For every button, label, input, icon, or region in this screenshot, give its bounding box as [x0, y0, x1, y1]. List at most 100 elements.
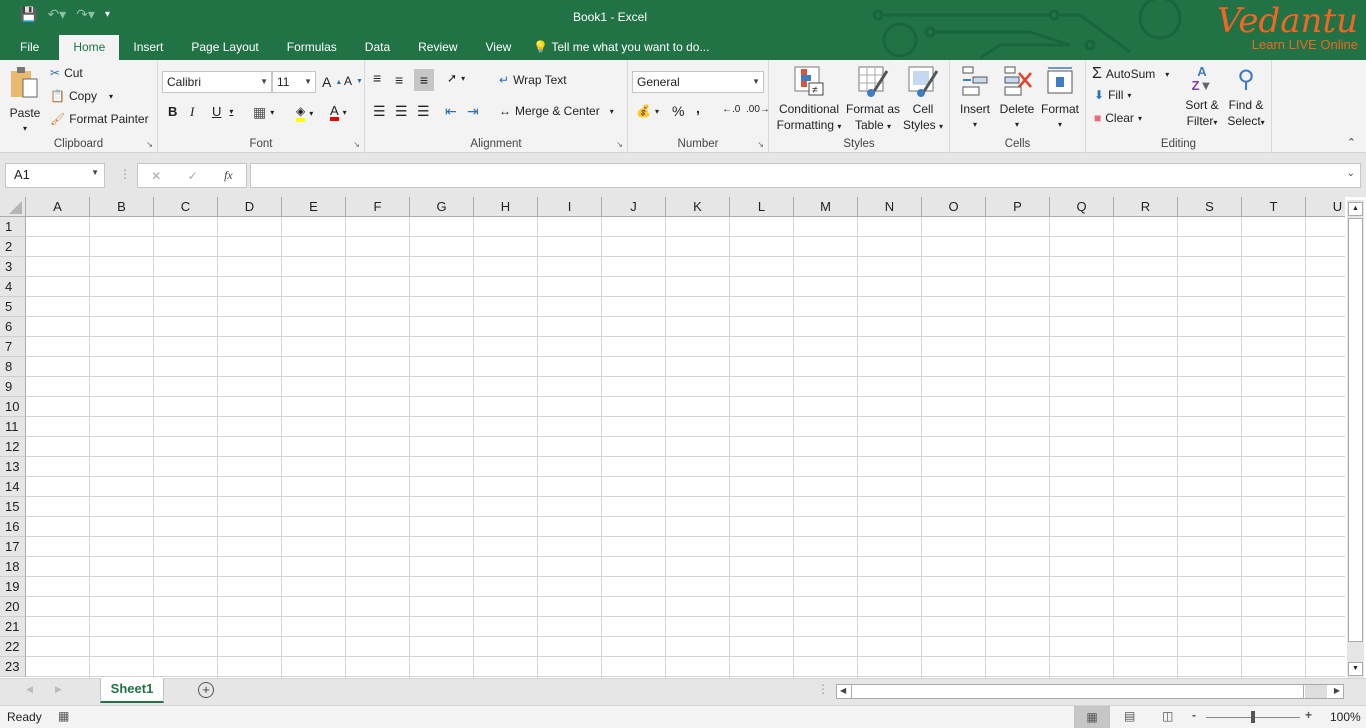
column-header[interactable]: T — [1242, 197, 1306, 217]
column-header[interactable]: M — [794, 197, 858, 217]
row-header[interactable]: 7 — [0, 337, 26, 357]
formula-input[interactable]: ⌄ — [250, 163, 1361, 188]
cut-button[interactable]: ✂ Cut — [50, 66, 83, 80]
increase-indent-button[interactable]: ⇥ — [467, 103, 479, 120]
column-header[interactable]: B — [90, 197, 154, 217]
column-header[interactable]: H — [474, 197, 538, 217]
row-header[interactable]: 3 — [0, 257, 26, 277]
scroll-down-icon[interactable]: ▼ — [1348, 662, 1363, 676]
column-header[interactable]: G — [410, 197, 474, 217]
paste-button[interactable]: Paste ▾ — [6, 65, 44, 137]
select-all-button[interactable] — [0, 197, 26, 217]
page-break-view-icon[interactable]: ◫ — [1162, 709, 1173, 723]
percent-button[interactable]: % — [672, 103, 684, 119]
chevron-down-icon[interactable]: ▼ — [91, 168, 99, 177]
horizontal-scrollbar[interactable]: ◀ ▶ — [836, 684, 1344, 699]
tab-home[interactable]: Home — [59, 35, 120, 60]
row-header[interactable]: 14 — [0, 477, 26, 497]
zoom-level[interactable]: 100% — [1330, 710, 1361, 724]
row-header[interactable]: 13 — [0, 457, 26, 477]
row-header[interactable]: 11 — [0, 417, 26, 437]
column-header[interactable]: C — [154, 197, 218, 217]
bold-button[interactable]: B — [168, 104, 177, 119]
row-header[interactable]: 23 — [0, 657, 26, 677]
center-button[interactable]: ☰ — [395, 103, 408, 120]
column-header[interactable]: L — [730, 197, 794, 217]
bottom-align-button[interactable]: ≡ — [414, 69, 434, 91]
row-header[interactable]: 1 — [0, 217, 26, 237]
accounting-format-button[interactable]: 💰 ▾ — [636, 104, 659, 118]
tell-me-box[interactable]: 💡 Tell me what you want to do... — [525, 35, 709, 60]
zoom-slider-thumb[interactable] — [1251, 711, 1255, 723]
row-header[interactable]: 22 — [0, 637, 26, 657]
expand-formula-icon[interactable]: ⌄ — [1347, 168, 1355, 179]
tab-data[interactable]: Data — [351, 35, 404, 60]
column-header[interactable]: P — [986, 197, 1050, 217]
row-header[interactable]: 18 — [0, 557, 26, 577]
name-box[interactable]: A1 ▼ — [5, 163, 105, 188]
column-header[interactable]: S — [1178, 197, 1242, 217]
row-header[interactable]: 17 — [0, 537, 26, 557]
underline-button[interactable]: U ▾ — [212, 104, 233, 119]
insert-function-icon[interactable]: fx — [224, 168, 233, 183]
decrease-indent-button[interactable]: ⇤ — [445, 103, 457, 120]
vertical-scrollbar[interactable]: ▲ ▼ — [1347, 200, 1364, 678]
middle-align-button[interactable]: ≡ — [395, 72, 403, 88]
merge-center-button[interactable]: ↔ Merge & Center ▾ — [499, 104, 614, 118]
wrap-text-button[interactable]: ↵ Wrap Text — [499, 73, 567, 87]
font-color-button[interactable]: A ▾ — [330, 104, 347, 121]
format-as-table-button[interactable]: Format as Table ▾ — [845, 65, 901, 135]
conditional-formatting-button[interactable]: ≠ Conditional Formatting ▾ — [773, 65, 845, 135]
next-sheet-icon[interactable]: ▶ — [55, 684, 62, 695]
copy-button[interactable]: 📋 Copy ▾ — [50, 89, 113, 103]
spreadsheet-grid[interactable]: A B C D E F G H I J K L M N O P Q R S T U 1 2 3 4 5 6 7 8 9 10 11 12 13 14… — [0, 197, 1345, 678]
shrink-font-button[interactable]: A ▼ — [344, 74, 363, 88]
zoom-out-icon[interactable]: - — [1192, 708, 1196, 722]
sort-filter-button[interactable]: A Z▼ Sort & Filter▾ — [1182, 65, 1222, 131]
grip-icon[interactable]: ⋮ — [817, 682, 829, 696]
column-header[interactable]: F — [346, 197, 410, 217]
row-header[interactable]: 5 — [0, 297, 26, 317]
tab-formulas[interactable]: Formulas — [273, 35, 351, 60]
add-sheet-icon[interactable]: + — [198, 682, 214, 698]
column-header[interactable]: J — [602, 197, 666, 217]
scroll-left-icon[interactable]: ◀ — [840, 686, 846, 695]
format-painter-button[interactable]: 🖌 Format Painter — [50, 112, 149, 126]
tab-page-layout[interactable]: Page Layout — [177, 35, 272, 60]
column-header[interactable]: U — [1306, 197, 1345, 217]
column-header[interactable]: O — [922, 197, 986, 217]
row-header[interactable]: 15 — [0, 497, 26, 517]
scroll-up-icon[interactable]: ▲ — [1348, 202, 1363, 216]
delete-cells-button[interactable]: Delete ▾ — [996, 65, 1038, 133]
find-select-button[interactable]: ⚲ Find & Select▾ — [1224, 65, 1268, 131]
tab-insert[interactable]: Insert — [119, 35, 177, 60]
fill-button[interactable]: ⬇ Fill ▾ — [1094, 88, 1131, 102]
enter-icon[interactable]: ✓ — [188, 169, 198, 183]
orientation-button[interactable]: ➚ ▾ — [447, 71, 465, 85]
italic-button[interactable]: I — [190, 104, 194, 120]
vertical-scroll-thumb[interactable] — [1348, 218, 1363, 642]
align-right-button[interactable]: ☰ — [417, 103, 430, 120]
previous-sheet-icon[interactable]: ◀ — [26, 684, 33, 695]
macro-recording-icon[interactable]: ▦ — [58, 709, 69, 723]
autosum-button[interactable]: Σ AutoSum ▾ — [1092, 65, 1169, 83]
row-header[interactable]: 4 — [0, 277, 26, 297]
row-header[interactable]: 21 — [0, 617, 26, 637]
fill-color-button[interactable]: ◈ ▾ — [296, 104, 313, 122]
dialog-launcher-icon[interactable]: ↘ — [146, 140, 153, 149]
cell-area[interactable] — [26, 217, 1345, 678]
dialog-launcher-icon[interactable]: ↘ — [616, 140, 623, 149]
comma-button[interactable]: , — [696, 100, 700, 116]
tab-file[interactable]: File — [0, 35, 59, 60]
column-header[interactable]: Q — [1050, 197, 1114, 217]
page-layout-view-icon[interactable]: ▤ — [1124, 709, 1135, 723]
column-header[interactable]: E — [282, 197, 346, 217]
zoom-in-icon[interactable]: + — [1305, 708, 1312, 722]
column-header[interactable]: A — [26, 197, 90, 217]
cancel-icon[interactable]: ✕ — [151, 169, 161, 183]
row-header[interactable]: 2 — [0, 237, 26, 257]
sheet-tab-sheet1[interactable]: Sheet1 — [100, 678, 164, 703]
column-header[interactable]: N — [858, 197, 922, 217]
insert-cells-button[interactable]: Insert ▾ — [954, 65, 996, 133]
row-header[interactable]: 6 — [0, 317, 26, 337]
